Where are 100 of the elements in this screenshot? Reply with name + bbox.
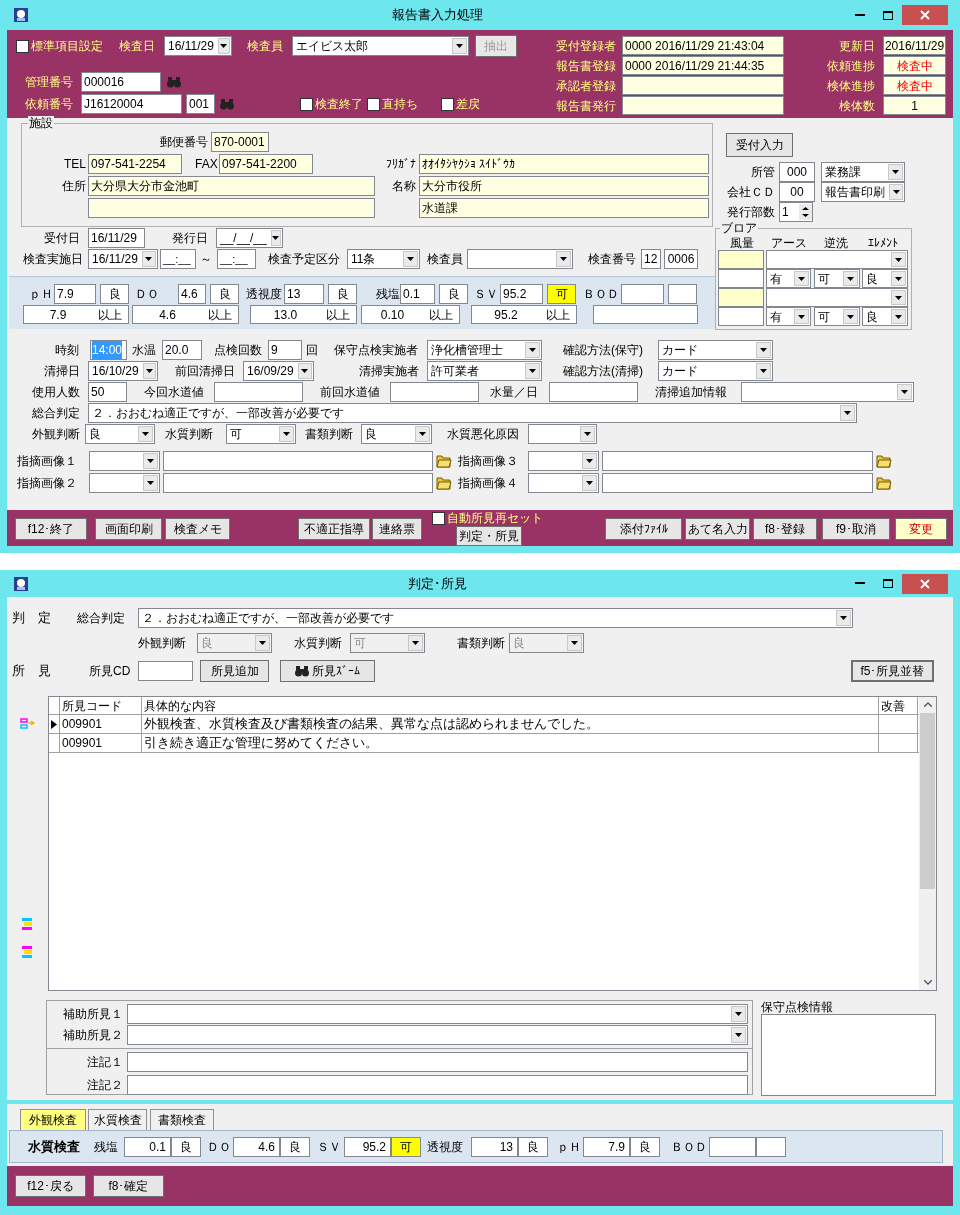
binoculars-icon[interactable] xyxy=(295,665,309,677)
scrollbar[interactable] xyxy=(919,697,936,990)
dropdown[interactable]: カード xyxy=(658,340,773,360)
dropdown[interactable]: 良 xyxy=(862,307,908,326)
dropdown[interactable]: 良 xyxy=(85,424,155,444)
dropdown[interactable] xyxy=(766,288,908,307)
footer-button[interactable]: 変更 xyxy=(895,518,947,540)
text-field[interactable]: 000016 xyxy=(81,72,161,92)
text-field[interactable]: 50 xyxy=(88,382,127,402)
dropdown[interactable]: 有 xyxy=(766,307,811,326)
text-field[interactable]: 13 xyxy=(471,1136,518,1157)
checkbox[interactable] xyxy=(367,97,380,111)
text-field[interactable]: 水道課 xyxy=(419,198,709,218)
row-arrow-icon[interactable] xyxy=(19,718,36,729)
checkbox[interactable] xyxy=(441,97,454,111)
dropdown[interactable] xyxy=(89,473,160,493)
text-field[interactable]: 95.2 xyxy=(344,1136,391,1157)
text-field[interactable] xyxy=(718,288,764,307)
text-field[interactable]: 13 xyxy=(284,284,324,304)
grade-field[interactable]: 良 xyxy=(210,284,239,304)
row-stack-icon[interactable] xyxy=(20,917,35,931)
footer-button[interactable]: 連絡票 xyxy=(372,518,422,540)
text-field[interactable]: 0006 xyxy=(664,249,698,269)
dropdown[interactable]: __/__/__ xyxy=(216,228,283,248)
dropdown[interactable]: 16/09/29 xyxy=(243,361,314,381)
text-field[interactable]: 001 xyxy=(186,94,215,114)
text-field[interactable]: 097-541-2200 xyxy=(219,154,313,174)
close-button[interactable] xyxy=(902,573,948,594)
text-field[interactable] xyxy=(718,307,764,326)
column-header[interactable]: 所見コード xyxy=(60,697,142,714)
text-field[interactable]: 097-541-2254 xyxy=(88,154,182,174)
spin-field[interactable]: 1 xyxy=(779,202,813,222)
checkbox[interactable] xyxy=(300,97,313,111)
dropdown[interactable] xyxy=(127,1004,748,1024)
text-field[interactable]: 検査中 xyxy=(883,76,946,95)
text-field[interactable]: 4.6 xyxy=(233,1136,280,1157)
dropdown[interactable] xyxy=(528,473,599,493)
text-field[interactable]: 0000 2016/11/29 21:44:35 xyxy=(622,56,784,75)
dropdown[interactable] xyxy=(528,451,599,471)
dropdown[interactable] xyxy=(766,250,908,269)
text-field[interactable]: 95.2 xyxy=(500,284,543,304)
text-field[interactable] xyxy=(602,473,873,493)
column-header[interactable]: 具体的な内容 xyxy=(142,697,879,714)
text-field[interactable] xyxy=(549,382,638,402)
grade-field[interactable]: 可 xyxy=(547,284,576,304)
text-field[interactable]: 大分市役所 xyxy=(419,176,709,196)
footer-button[interactable]: 添付ﾌｧｲﾙ xyxy=(605,518,682,540)
footer-button[interactable]: 判定・所見 xyxy=(456,526,522,546)
spin-arrows-icon[interactable] xyxy=(799,204,812,220)
dropdown[interactable]: 11条 xyxy=(347,249,420,269)
text-field[interactable] xyxy=(163,451,433,471)
folder-icon[interactable] xyxy=(436,454,452,468)
text-field[interactable]: J16120004 xyxy=(81,94,182,114)
text-field[interactable]: 2016/11/29 xyxy=(883,36,946,55)
text-field[interactable]: 20.0 xyxy=(162,340,202,360)
dropdown[interactable]: 許可業者 xyxy=(427,361,542,381)
dropdown[interactable]: 有 xyxy=(766,269,811,288)
row-header[interactable] xyxy=(49,715,60,733)
grade-field[interactable] xyxy=(756,1136,786,1157)
text-field[interactable]: 12 xyxy=(641,249,661,269)
text-field[interactable]: 0000 2016/11/29 21:43:04 xyxy=(622,36,784,55)
text-field[interactable] xyxy=(622,96,784,115)
footer-button[interactable]: f9･取消 xyxy=(822,518,890,540)
footer-button[interactable]: f8･登録 xyxy=(753,518,817,540)
text-field[interactable]: 7.9 xyxy=(54,284,96,304)
footer-button[interactable]: f8･確定 xyxy=(93,1175,164,1197)
grade-field[interactable]: 良 xyxy=(171,1136,201,1157)
dropdown[interactable]: 可 xyxy=(226,424,296,444)
text-field[interactable]: 1 xyxy=(883,96,946,115)
text-field[interactable] xyxy=(621,284,664,304)
footer-button[interactable]: あて名入力 xyxy=(685,518,750,540)
dropdown[interactable]: エイビス太郎 xyxy=(292,36,469,56)
checkbox[interactable] xyxy=(16,39,29,53)
text-field[interactable]: __:__ xyxy=(217,249,256,269)
tab[interactable]: 外観検査 xyxy=(20,1109,86,1130)
text-field[interactable]: ｵｵｲﾀｼﾔｸｼｮ ｽｲﾄﾞｳｶ xyxy=(419,154,709,174)
dropdown[interactable] xyxy=(89,451,160,471)
grade-field[interactable]: 良 xyxy=(280,1136,310,1157)
text-field[interactable]: 4.6 xyxy=(178,284,206,304)
dropdown[interactable]: 可 xyxy=(814,307,860,326)
footer-button[interactable]: f12･戻る xyxy=(15,1175,86,1197)
scroll-up-icon[interactable] xyxy=(923,702,932,707)
column-header[interactable]: 改善 xyxy=(879,697,918,714)
text-field[interactable]: 9 xyxy=(268,340,302,360)
grade-field[interactable]: 良 xyxy=(100,284,129,304)
dropdown[interactable] xyxy=(127,1025,748,1045)
dropdown[interactable]: 浄化槽管理士 xyxy=(427,340,542,360)
text-field[interactable]: 000 xyxy=(779,162,815,182)
dropdown[interactable]: ２．おおむね適正ですが、一部改善が必要です xyxy=(138,608,853,628)
scrollbar-thumb[interactable] xyxy=(920,713,935,889)
text-field[interactable]: 00 xyxy=(779,182,815,202)
sort-button[interactable]: f5･所見並替 xyxy=(851,660,934,682)
grade-field[interactable]: 良 xyxy=(328,284,357,304)
text-field[interactable] xyxy=(214,382,303,402)
text-field[interactable]: 大分県大分市金池町 xyxy=(88,176,375,196)
text-field[interactable]: 870-0001 xyxy=(211,132,269,152)
footer-button[interactable]: 不適正指導 xyxy=(298,518,370,540)
dropdown[interactable]: 16/10/29 xyxy=(88,361,158,381)
text-field[interactable]: 0.1 xyxy=(400,284,435,304)
close-button[interactable] xyxy=(902,5,948,25)
